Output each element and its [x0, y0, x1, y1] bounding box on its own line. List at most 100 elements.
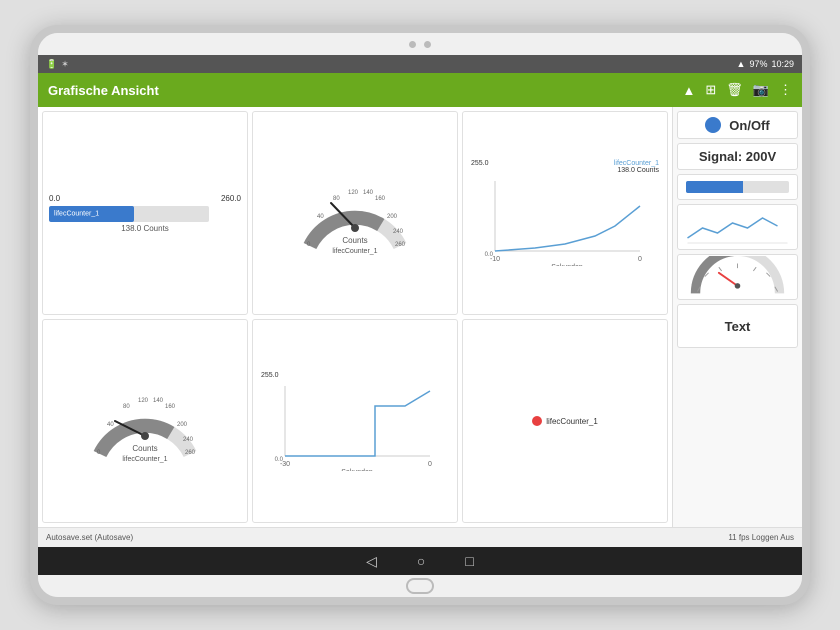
progress-bar-widget: 0.0 260.0 lifecCounter_1 ↑ 138.0 Counts	[42, 111, 248, 315]
chart-top-title-row: 255.0 lifecCounter_1 138.0 Counts	[471, 160, 659, 174]
back-button[interactable]: ◁	[366, 553, 377, 570]
svg-text:200: 200	[387, 214, 398, 220]
onoff-widget[interactable]: On/Off	[677, 111, 798, 139]
svg-text:80: 80	[123, 404, 130, 410]
tablet-bottom-bar	[38, 575, 802, 597]
progress-min: 0.0	[49, 194, 60, 203]
mini-chart-widget[interactable]	[677, 204, 798, 250]
legend-widget: lifecCounter_1	[462, 319, 668, 523]
progress-bar-container: lifecCounter_1	[49, 206, 209, 222]
svg-text:0.0: 0.0	[485, 252, 494, 258]
text-widget[interactable]: Text	[677, 304, 798, 348]
svg-text:0: 0	[638, 256, 642, 263]
status-bar-right: ▲ 97% 10:29	[737, 59, 794, 69]
toolbar-title: Grafische Ansicht	[48, 83, 683, 98]
mini-chart-svg	[682, 208, 793, 246]
chart-top-widget: 255.0 lifecCounter_1 138.0 Counts	[462, 111, 668, 315]
chart-top-legend: lifecCounter_1 138.0 Counts	[614, 160, 659, 174]
svg-text:80: 80	[333, 196, 340, 202]
wifi-status-icon: ▲	[737, 59, 746, 69]
svg-text:260: 260	[395, 242, 406, 248]
camera-dot-1	[409, 41, 416, 48]
svg-text:260: 260	[185, 450, 196, 456]
grid-toolbar-icon[interactable]: ⊞	[705, 82, 716, 98]
text-widget-label: Text	[725, 319, 751, 334]
svg-text:140: 140	[153, 398, 164, 404]
more-toolbar-icon[interactable]: ⋮	[779, 82, 792, 98]
svg-text:140: 140	[363, 190, 374, 196]
gauge-bottom-container: Counts lifecCounter_1 0 40 80 120 140 16…	[47, 324, 243, 518]
svg-text:Sekunden: Sekunden	[551, 264, 583, 266]
right-panel: On/Off Signal: 200V	[672, 107, 802, 527]
onoff-label: On/Off	[729, 118, 769, 133]
legend-label: lifecCounter_1	[546, 417, 598, 426]
signal-widget[interactable]: Signal: 200V	[677, 143, 798, 170]
chart-top-y-max: 255.0	[471, 160, 489, 174]
camera-dot-2	[424, 41, 431, 48]
chart-top-series-val: 138.0 Counts	[614, 167, 659, 174]
svg-text:40: 40	[107, 422, 114, 428]
tablet-device: 🔋 ✶ ▲ 97% 10:29 Grafische Ansicht ▲ ⊞ 🗑 …	[30, 25, 810, 605]
camera-toolbar-icon[interactable]: 📷	[753, 82, 769, 98]
recents-button[interactable]: □	[465, 553, 473, 569]
chart-bottom-title-row: 255.0	[261, 372, 449, 379]
gauge-bottom-widget: Counts lifecCounter_1 0 40 80 120 140 16…	[42, 319, 248, 523]
svg-text:40: 40	[317, 214, 324, 220]
trash-toolbar-icon[interactable]: 🗑	[726, 82, 743, 98]
mini-gauge-svg	[686, 256, 789, 298]
signal-label: Signal: 200V	[699, 149, 776, 164]
chart-bottom-svg: -30 0 Sekunden 0.0	[261, 381, 449, 471]
svg-text:120: 120	[138, 398, 149, 404]
bluetooth-icon: ✶	[61, 59, 69, 70]
tablet-top-bar	[38, 33, 802, 55]
svg-text:200: 200	[177, 422, 188, 428]
legend-dot-icon	[532, 416, 542, 426]
svg-text:160: 160	[165, 404, 176, 410]
svg-text:0: 0	[428, 461, 432, 468]
progress-max: 260.0	[221, 194, 241, 203]
svg-text:240: 240	[393, 229, 404, 235]
chart-top-series-name: lifecCounter_1	[614, 160, 659, 167]
svg-text:120: 120	[348, 190, 359, 196]
svg-text:Counts: Counts	[132, 444, 157, 453]
gauge-top-container: Counts lifecCounter_1 0 40 80 120 140 16…	[257, 116, 453, 310]
bottom-status-bar: Autosave.set (Autosave) 11 fps Loggen Au…	[38, 527, 802, 547]
status-bar-left: 🔋 ✶	[46, 59, 69, 70]
progress-header: 0.0 260.0	[49, 194, 241, 203]
toolbar-icons: ▲ ⊞ 🗑 📷 ⋮	[683, 82, 792, 98]
gauge-bottom-svg: Counts lifecCounter_1 0 40 80 120 140 16…	[85, 376, 205, 466]
svg-text:Sekunden: Sekunden	[341, 469, 373, 471]
gauge-top-unit-label: Counts	[342, 236, 367, 245]
gauge-top-widget: Counts lifecCounter_1 0 40 80 120 140 16…	[252, 111, 458, 315]
legend-row: lifecCounter_1	[532, 416, 598, 426]
svg-text:240: 240	[183, 437, 194, 443]
mini-bar-background	[686, 181, 789, 193]
battery-pct: 97%	[749, 59, 767, 69]
dashboard: 0.0 260.0 lifecCounter_1 ↑ 138.0 Counts	[38, 107, 672, 527]
screen: 🔋 ✶ ▲ 97% 10:29 Grafische Ansicht ▲ ⊞ 🗑 …	[38, 55, 802, 575]
progress-bar-label: lifecCounter_1	[51, 209, 102, 218]
status-bar: 🔋 ✶ ▲ 97% 10:29	[38, 55, 802, 73]
main-content: 0.0 260.0 lifecCounter_1 ↑ 138.0 Counts	[38, 107, 802, 527]
progress-value: 138.0 Counts	[49, 224, 241, 233]
time-display: 10:29	[771, 59, 794, 69]
wifi-toolbar-icon[interactable]: ▲	[683, 83, 696, 98]
svg-text:160: 160	[375, 196, 386, 202]
gauge-top-svg: Counts lifecCounter_1 0 40 80 120 140 16…	[295, 168, 415, 258]
home-button[interactable]: ○	[417, 553, 425, 569]
chart-bottom-y-max: 255.0	[261, 372, 279, 379]
mini-bar-fill	[686, 181, 743, 193]
gauge-top-name-label: lifecCounter_1	[332, 248, 377, 255]
nav-bar: ◁ ○ □	[38, 547, 802, 575]
autosave-label: Autosave.set (Autosave)	[46, 533, 133, 542]
chart-top-svg: -10 0 Sekunden 0.0	[471, 176, 659, 266]
svg-text:lifecCounter_1: lifecCounter_1	[122, 456, 167, 463]
chart-bottom-widget: 255.0 -30 0 Sekunden 0.0	[252, 319, 458, 523]
battery-status-icon: 🔋	[46, 59, 57, 70]
svg-text:0.0: 0.0	[275, 457, 284, 463]
onoff-dot-icon	[705, 117, 721, 133]
mini-gauge-widget[interactable]	[677, 254, 798, 300]
fps-loggen-label: 11 fps Loggen Aus	[728, 533, 794, 542]
home-physical-button	[406, 578, 434, 594]
bar-widget[interactable]	[677, 174, 798, 200]
